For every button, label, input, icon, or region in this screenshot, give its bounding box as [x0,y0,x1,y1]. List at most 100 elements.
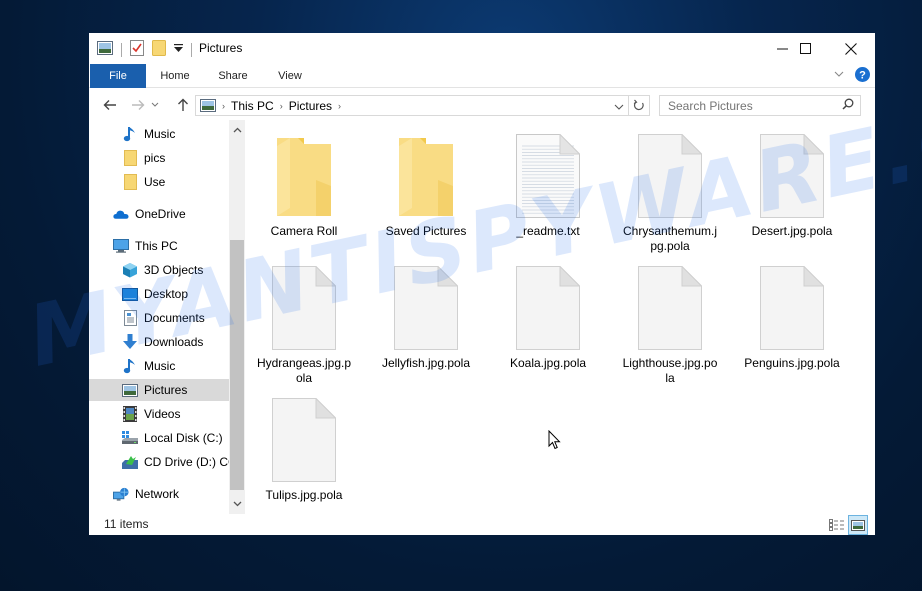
sidebar-item-music[interactable]: Music [89,355,229,377]
chevron-up-icon [233,127,241,133]
blank-file-icon [742,128,842,218]
sidebar-item-use[interactable]: Use [89,171,229,193]
sidebar-item-label: This PC [135,239,178,253]
tab-view[interactable]: View [266,64,314,88]
navigation-bar: › This PC › Pictures › [89,91,875,119]
search-input[interactable] [668,98,838,113]
folder-icon [376,128,476,218]
folder-icon [122,150,138,166]
tab-home[interactable]: Home [151,64,199,88]
divider [191,42,192,57]
file-item[interactable]: Chrysanthemum.jpg.pola [620,128,720,254]
folder-item[interactable]: Camera Roll [254,128,354,239]
file-name: Hydrangeas.jpg.pola [256,356,352,385]
sidebar-item-label: Videos [144,407,181,421]
3d-objects-icon [122,262,138,278]
title-bar: Pictures [89,33,875,64]
address-bar[interactable]: › This PC › Pictures › [195,95,629,116]
breadcrumb-pictures[interactable]: Pictures [285,99,336,113]
sidebar-scrollbar[interactable] [229,120,245,514]
file-item[interactable]: Penguins.jpg.pola [742,260,842,371]
divider [121,42,122,57]
tab-share[interactable]: Share [209,64,257,88]
sidebar-item-documents[interactable]: Documents [89,307,229,329]
network-icon [113,486,129,502]
up-button[interactable] [174,96,192,114]
file-item[interactable]: Koala.jpg.pola [498,260,598,371]
sidebar-item-music-quick[interactable]: Music [89,123,229,145]
file-name: Penguins.jpg.pola [744,356,840,370]
music-icon [122,358,138,374]
sidebar-item-label: CD Drive (D:) CC [144,455,229,469]
scrollbar-thumb[interactable] [230,240,244,490]
chevron-down-icon [233,501,241,507]
scroll-down-button[interactable] [229,496,245,512]
properties-icon[interactable] [130,40,144,59]
blank-file-icon [620,260,720,350]
sidebar-item-this-pc[interactable]: This PC [89,235,229,257]
sidebar-item-3d-objects[interactable]: 3D Objects [89,259,229,281]
sidebar-item-pictures[interactable]: Pictures [89,379,229,401]
file-item[interactable]: Lighthouse.jpg.pola [620,260,720,386]
item-count: 11 items [104,517,149,531]
folder-icon [122,174,138,190]
file-item[interactable]: Jellyfish.jpg.pola [376,260,476,371]
sidebar-item-network[interactable]: Network [89,483,229,505]
sidebar-item-onedrive[interactable]: OneDrive [89,203,229,225]
file-name: Chrysanthemum.jpg.pola [622,224,718,253]
blank-file-icon [620,128,720,218]
file-item[interactable]: Desert.jpg.pola [742,128,842,239]
expand-ribbon-button[interactable] [833,68,845,83]
file-name: Tulips.jpg.pola [265,488,343,502]
file-item[interactable]: _readme.txt [498,128,598,239]
close-button[interactable] [828,33,874,64]
quick-access-toolbar [97,40,200,59]
large-icons-view-button[interactable] [848,515,868,535]
file-list: Camera Roll Saved Pictures _readme.txt Chry… [254,128,874,513]
breadcrumb-separator[interactable]: › [336,101,343,111]
tab-file[interactable]: File [90,64,146,88]
sidebar-item-local-disk[interactable]: Local Disk (C:) [89,427,229,449]
back-button[interactable] [101,96,119,114]
documents-icon [122,310,138,326]
forward-button[interactable] [129,96,147,114]
sidebar-item-label: Music [144,359,176,373]
file-name: Koala.jpg.pola [509,356,587,370]
file-item[interactable]: Tulips.jpg.pola [254,392,354,503]
sidebar-item-label: Downloads [144,335,204,349]
music-icon [122,126,138,142]
sidebar-item-videos[interactable]: Videos [89,403,229,425]
file-name: Saved Pictures [385,224,467,238]
text-file-icon [498,128,598,218]
maximize-button[interactable] [782,33,828,64]
sidebar-item-label: Network [135,487,180,501]
arrow-left-icon [103,100,116,110]
sidebar-item-label: Documents [144,311,205,325]
sidebar-item-desktop[interactable]: Desktop [89,283,229,305]
breadcrumb-separator[interactable]: › [278,101,285,111]
help-button[interactable]: ? [855,67,870,85]
this-pc-icon [113,238,129,254]
blank-file-icon [376,260,476,350]
search-icon[interactable] [842,98,854,113]
details-view-button[interactable] [827,515,847,535]
file-item[interactable]: Hydrangeas.jpg.pola [254,260,354,386]
desktop-icon [122,286,138,302]
address-history-dropdown[interactable] [614,100,624,114]
folder-item[interactable]: Saved Pictures [376,128,476,239]
sidebar-item-label: Pictures [144,383,188,397]
scroll-up-button[interactable] [229,122,245,138]
customize-toolbar-dropdown-icon[interactable] [174,43,183,56]
sidebar-item-label: Music [144,127,176,141]
new-folder-icon[interactable] [152,40,166,59]
search-box[interactable] [659,95,861,116]
breadcrumb-separator[interactable]: › [220,101,227,111]
sidebar-item-label: Desktop [144,287,189,301]
recent-locations-button[interactable] [149,96,161,114]
breadcrumb-this-pc[interactable]: This PC [227,99,278,113]
status-bar: 11 items [89,514,875,535]
refresh-button[interactable] [629,95,650,116]
sidebar-item-downloads[interactable]: Downloads [89,331,229,353]
sidebar-item-pics[interactable]: pics [89,147,229,169]
sidebar-item-cd-drive[interactable]: CD Drive (D:) CC [89,451,229,473]
